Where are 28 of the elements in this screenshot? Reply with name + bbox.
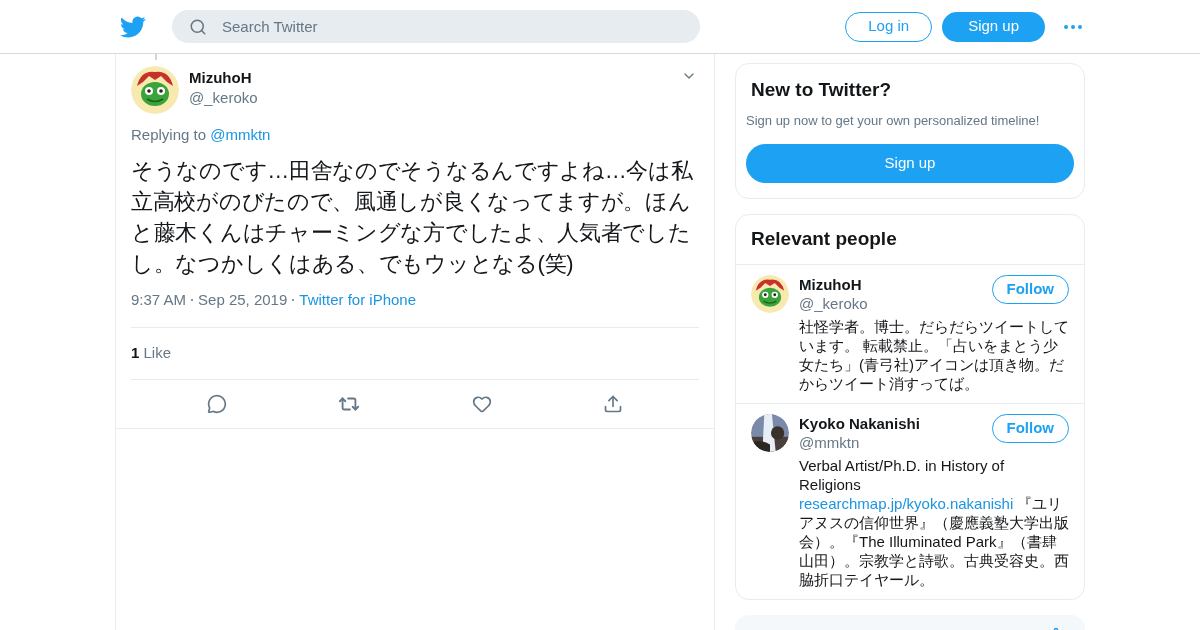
- signup-button[interactable]: Sign up: [942, 11, 1045, 42]
- source-link[interactable]: Twitter for iPhone: [299, 288, 416, 311]
- tweet-time: 9:37 AM: [131, 289, 187, 310]
- person-bio: Verbal Artist/Ph.D. in History of Religions researchmap.jp/kyoko.nakanishi 『ユリアヌスの信仰世界』（慶應義塾大学出版会）。『The Illuminated Park』（書肆山田）。宗教学と詩歌。古典受容史。西脇折口テイヤール。: [799, 455, 1069, 589]
- mention-link[interactable]: @mmktn: [210, 126, 271, 143]
- like-icon[interactable]: [471, 393, 492, 414]
- person-bio: 社怪学者。博士。だらだらツイートしています。 転載禁止。「占いをまとう少女たち」(青弓社)アイコンは頂き物。だからツイート消すってば。: [799, 316, 1069, 393]
- person-name[interactable]: MizuhoH: [799, 274, 992, 294]
- frog-avatar-icon[interactable]: [131, 66, 179, 114]
- person-handle[interactable]: @mmktn: [799, 432, 992, 452]
- search-field[interactable]: Search Twitter: [172, 10, 700, 43]
- tweet-date: Sep 25, 2019: [198, 289, 288, 310]
- share-icon[interactable]: [603, 393, 624, 414]
- signup-button[interactable]: Sign up: [746, 144, 1074, 183]
- card-title: Relevant people: [736, 215, 1084, 265]
- author-name[interactable]: MizuhoH: [189, 68, 258, 88]
- tweet-text: そうなのです…田舎なのでそうなるんですよね…今は私立高校がのびたので、風通しが良くなってますが。ほんと藤木くんはチャーミングな方でしたよ、人気者でしたし。なつかしくはある、でもウッとなる(笑): [131, 156, 694, 278]
- card-title: New to Twitter?: [750, 78, 893, 102]
- reply-icon[interactable]: [206, 393, 227, 414]
- frog-avatar-icon[interactable]: [751, 274, 789, 313]
- person-name[interactable]: Kyoko Nakanishi: [799, 413, 992, 433]
- replying-to-text: Replying to @mmktn: [131, 125, 272, 145]
- card-text: Sign up now to get your own personalized timeline!: [746, 111, 1041, 130]
- author-handle[interactable]: @_keroko: [189, 88, 258, 108]
- search-icon: [189, 18, 207, 36]
- person-handle[interactable]: @_keroko: [799, 293, 992, 313]
- bio-link[interactable]: researchmap.jp/kyoko.nakanishi: [799, 494, 1014, 512]
- likes-count[interactable]: 1 Like: [131, 344, 172, 361]
